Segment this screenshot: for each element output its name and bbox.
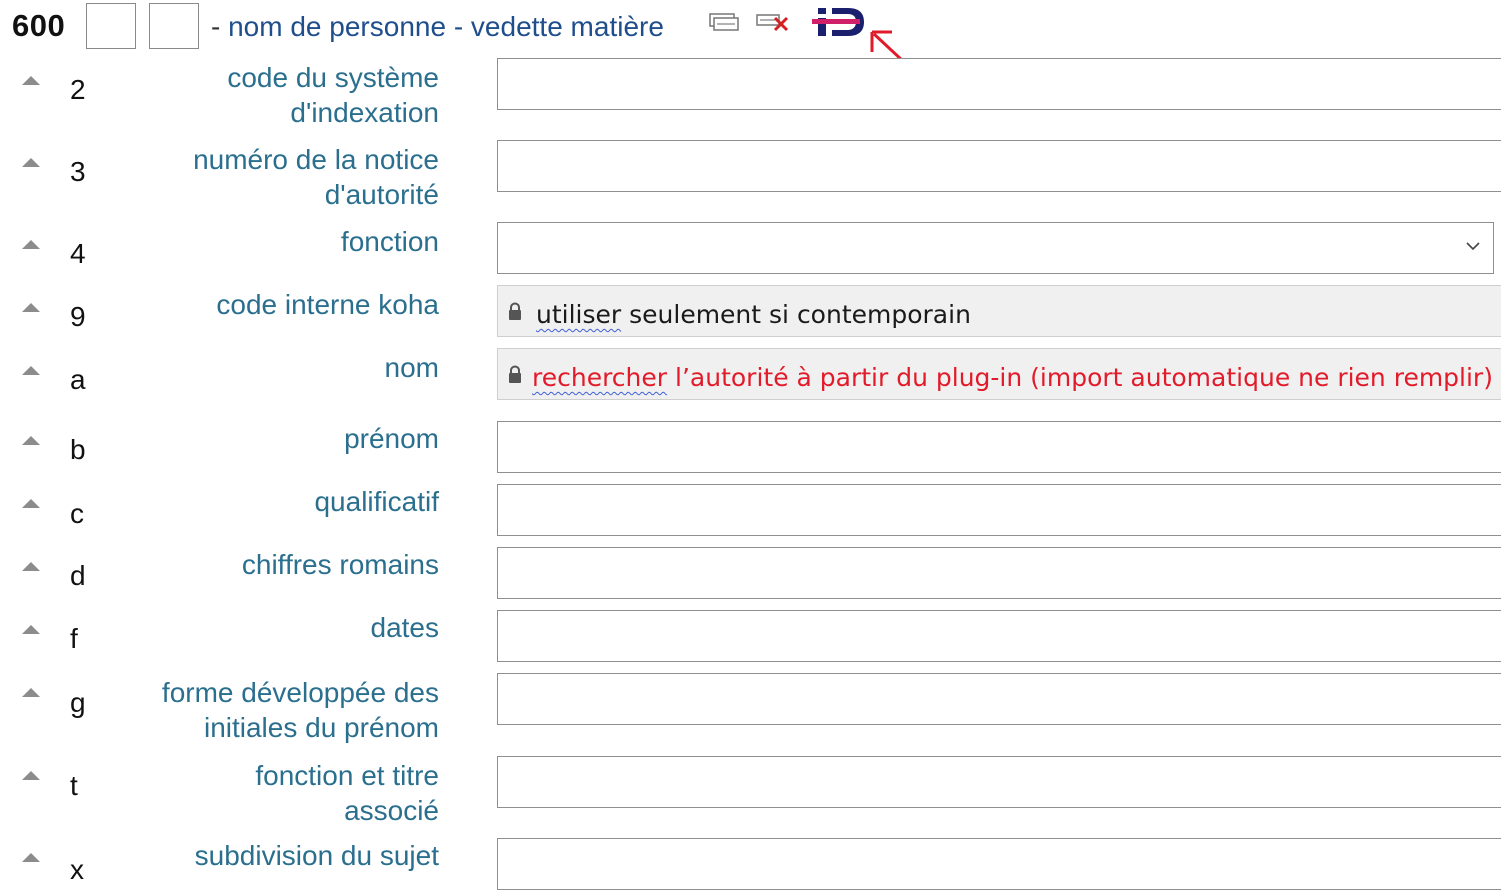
- subfield-code: g: [70, 687, 86, 718]
- field-header: 600 - nom de personne - vedette matière: [0, 0, 1501, 64]
- label-line-2: associé: [344, 795, 439, 826]
- subfield-input-b[interactable]: [497, 421, 1501, 473]
- subfield-label: numéro de la notice d'autorité: [99, 142, 439, 212]
- subfield-code: 9: [70, 301, 86, 332]
- copy-field-icon[interactable]: [708, 11, 740, 33]
- subfield-input-2[interactable]: [497, 58, 1501, 110]
- locked-value: utiliser seulement si contemporain: [536, 300, 971, 329]
- label-line-1: code du système: [227, 62, 439, 93]
- subfield-label: dates: [99, 610, 440, 645]
- move-up-icon[interactable]: [22, 562, 40, 571]
- subfield-input-g[interactable]: [497, 673, 1501, 725]
- label-line-1: qualificatif: [314, 486, 439, 517]
- subfield-input-f[interactable]: [497, 610, 1501, 662]
- value-rest: l’autorité à partir du plug-in (import a…: [667, 363, 1493, 392]
- delete-field-icon[interactable]: [755, 11, 791, 33]
- move-up-icon[interactable]: [22, 303, 40, 312]
- label-line-1: forme développée des: [161, 677, 439, 708]
- move-up-icon[interactable]: [22, 853, 40, 862]
- subfield-code: x: [70, 854, 84, 885]
- subfield-input-x[interactable]: [497, 838, 1501, 890]
- move-up-icon[interactable]: [22, 240, 40, 249]
- label-line-2: d'indexation: [290, 97, 439, 128]
- move-up-icon[interactable]: [22, 625, 40, 634]
- chevron-down-icon: [1466, 242, 1480, 251]
- subfield-input-c[interactable]: [497, 484, 1501, 536]
- subfield-label: nom: [99, 350, 439, 385]
- label-line-1: fonction et titre: [255, 760, 439, 791]
- subfield-label: subdivision du sujet: [99, 838, 439, 873]
- field-title: - nom de personne - vedette matière: [211, 11, 664, 43]
- subfield-code: c: [70, 498, 84, 529]
- label-line-1: nom: [384, 352, 439, 383]
- subfield-label: qualificatif: [99, 484, 439, 519]
- move-up-icon[interactable]: [22, 436, 40, 445]
- label-line-1: fonction: [340, 226, 439, 257]
- move-up-icon[interactable]: [22, 76, 40, 85]
- label-line-1: chiffres romains: [241, 549, 439, 580]
- subfield-code: f: [70, 623, 78, 654]
- indicator-1-input[interactable]: [86, 3, 136, 49]
- indicator-2-input[interactable]: [149, 3, 199, 49]
- subfield-input-3[interactable]: [497, 140, 1501, 192]
- move-up-icon[interactable]: [22, 688, 40, 697]
- label-line-1: dates: [370, 612, 440, 643]
- subfield-input-t[interactable]: [497, 756, 1501, 808]
- subfield-label: code du système d'indexation: [99, 60, 439, 130]
- subfield-code: b: [70, 434, 86, 465]
- subfield-locked-a[interactable]: rechercher l’autorité à partir du plug-i…: [497, 348, 1501, 400]
- label-line-1: subdivision du sujet: [194, 840, 439, 871]
- subfield-label: fonction et titre associé: [99, 758, 439, 828]
- subfield-code: 2: [70, 74, 86, 105]
- move-up-icon[interactable]: [22, 499, 40, 508]
- locked-value: rechercher l’autorité à partir du plug-i…: [532, 363, 1493, 392]
- idref-plugin-icon[interactable]: [812, 4, 868, 40]
- label-line-2: d'autorité: [324, 179, 439, 210]
- subfield-code: 4: [70, 238, 86, 269]
- subfield-label: prénom: [99, 421, 439, 456]
- subfield-label: forme développée des initiales du prénom: [99, 675, 439, 745]
- lock-icon: [509, 302, 521, 320]
- subfield-label: code interne koha: [99, 287, 439, 322]
- move-up-icon[interactable]: [22, 158, 40, 167]
- subfield-select-4[interactable]: [497, 222, 1494, 274]
- field-tag: 600: [12, 8, 66, 43]
- subfield-code: t: [70, 770, 78, 801]
- spell-flagged-word: utiliser: [536, 300, 622, 329]
- subfield-code: a: [70, 364, 86, 395]
- move-up-icon[interactable]: [22, 366, 40, 375]
- subfield-code: 3: [70, 156, 86, 187]
- subfield-input-d[interactable]: [497, 547, 1501, 599]
- label-line-2: initiales du prénom: [203, 712, 439, 743]
- title-dash: -: [211, 11, 221, 42]
- label-line-1: prénom: [344, 423, 439, 454]
- field-title-text: nom de personne - vedette matière: [228, 11, 664, 42]
- lock-icon: [509, 365, 521, 383]
- subfield-locked-9[interactable]: utiliser seulement si contemporain: [497, 285, 1501, 337]
- subfield-label: chiffres romains: [99, 547, 439, 582]
- move-up-icon[interactable]: [22, 771, 40, 780]
- label-line-1: code interne koha: [216, 289, 439, 320]
- label-line-1: numéro de la notice: [193, 144, 439, 175]
- subfield-label: fonction: [99, 224, 439, 259]
- spell-flagged-word: rechercher: [532, 363, 668, 392]
- value-rest: seulement si contemporain: [621, 300, 971, 329]
- subfield-code: d: [70, 560, 86, 591]
